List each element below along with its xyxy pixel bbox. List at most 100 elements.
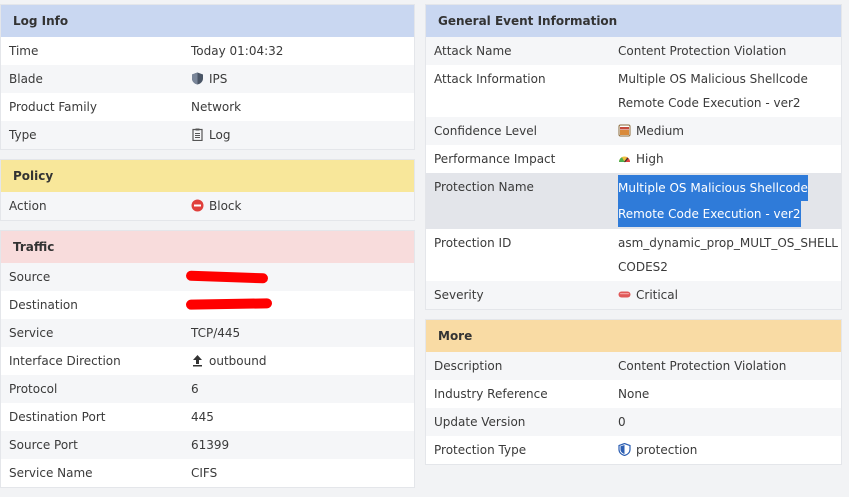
source-port-label: Source Port [9, 438, 78, 452]
row-time: Time Today 01:04:32 [1, 37, 414, 65]
type-label: Type [9, 128, 37, 142]
attack-name-value: Content Protection Violation [608, 37, 841, 65]
traffic-header: Traffic [1, 231, 414, 263]
product-family-label: Product Family [9, 100, 97, 114]
gauge-icon [619, 156, 630, 163]
protection-shield-icon [618, 443, 631, 456]
protection-id-value: asm_dynamic_prop_MULT_OS_SHELL CODES2 [608, 229, 846, 281]
row-update-version: Update Version 0 [426, 408, 841, 436]
protection-type-text: protection [636, 443, 698, 457]
arrow-up-icon [193, 355, 202, 367]
protection-id-line2: CODES2 [618, 260, 668, 274]
blade-label: Blade [9, 72, 43, 86]
shield-icon [192, 72, 203, 85]
update-version-text: 0 [618, 415, 626, 429]
destination-port-value: 445 [181, 403, 414, 431]
destination-port-text: 445 [191, 410, 214, 424]
log-info-panel: Log Info Time Today 01:04:32 Blade IPS P… [0, 4, 415, 150]
time-text: Today 01:04:32 [191, 44, 284, 58]
service-name-value: CIFS [181, 459, 414, 487]
attack-information-line1: Multiple OS Malicious Shellcode [618, 72, 808, 86]
confidence-medium-icon [618, 124, 631, 137]
row-attack-information: Attack Information Multiple OS Malicious… [426, 65, 841, 117]
type-value: Log [181, 121, 414, 149]
log-info-rows: Time Today 01:04:32 Blade IPS Product Fa… [1, 37, 414, 149]
row-service: Service TCP/445 [1, 319, 414, 347]
time-value: Today 01:04:32 [181, 37, 414, 65]
interface-direction-text: outbound [209, 354, 267, 368]
industry-reference-text: None [618, 387, 650, 401]
performance-impact-value: High [608, 145, 841, 173]
severity-label: Severity [434, 288, 484, 302]
row-protocol: Protocol 6 [1, 375, 414, 403]
source-label: Source [9, 270, 51, 284]
general-event-panel: General Event Information Attack Name Co… [425, 4, 842, 310]
row-service-name: Service Name CIFS [1, 459, 414, 487]
action-text: Block [209, 199, 242, 213]
attack-information-value: Multiple OS Malicious Shellcode Remote C… [608, 65, 841, 117]
type-text: Log [209, 128, 231, 142]
row-performance-impact: Performance Impact High [426, 145, 841, 173]
action-label: Action [9, 199, 47, 213]
time-label: Time [9, 44, 39, 58]
destination-label: Destination [9, 298, 78, 312]
more-panel: More Description Content Protection Viol… [425, 319, 842, 465]
row-severity: Severity Critical [426, 281, 841, 309]
performance-impact-text: High [636, 152, 664, 166]
interface-direction-value: outbound [181, 347, 414, 375]
policy-header: Policy [1, 160, 414, 192]
row-protection-name: Protection Name Multiple OS Malicious Sh… [426, 173, 841, 229]
row-destination-port: Destination Port 445 [1, 403, 414, 431]
action-value: Block [181, 192, 414, 220]
protection-type-value: protection [608, 436, 841, 464]
severity-value: Critical [608, 281, 841, 309]
row-industry-reference: Industry Reference None [426, 380, 841, 408]
protocol-label: Protocol [9, 382, 58, 396]
traffic-panel: Traffic Source Destination Service TCP/4… [0, 230, 415, 488]
row-confidence-level: Confidence Level Medium [426, 117, 841, 145]
protection-id-line1: asm_dynamic_prop_MULT_OS_SHELL [618, 236, 838, 250]
row-description: Description Content Protection Violation [426, 352, 841, 380]
description-value: Content Protection Violation [608, 352, 841, 380]
blade-text: IPS [209, 72, 228, 86]
left-column: Log Info Time Today 01:04:32 Blade IPS P… [0, 4, 415, 497]
update-version-label: Update Version [434, 415, 526, 429]
right-column: General Event Information Attack Name Co… [425, 4, 842, 474]
service-label: Service [9, 326, 54, 340]
confidence-level-label: Confidence Level [434, 124, 537, 138]
policy-panel: Policy Action Block [0, 159, 415, 221]
product-family-value: Network [181, 93, 414, 121]
row-attack-name: Attack Name Content Protection Violation [426, 37, 841, 65]
protection-name-label: Protection Name [434, 180, 534, 194]
update-version-value: 0 [608, 408, 841, 436]
row-source-port: Source Port 61399 [1, 431, 414, 459]
protection-name-line2: Remote Code Execution - ver2 [618, 201, 801, 227]
service-name-text: CIFS [191, 466, 218, 480]
description-label: Description [434, 359, 503, 373]
severity-text: Critical [636, 288, 678, 302]
performance-impact-label: Performance Impact [434, 152, 556, 166]
protection-name-line1: Multiple OS Malicious Shellcode [618, 175, 808, 201]
protection-type-label: Protection Type [434, 443, 527, 457]
blade-value[interactable]: IPS [181, 65, 414, 93]
industry-reference-label: Industry Reference [434, 387, 548, 401]
more-header: More [426, 320, 841, 352]
row-protection-id: Protection ID asm_dynamic_prop_MULT_OS_S… [426, 229, 841, 281]
row-interface-direction: Interface Direction outbound [1, 347, 414, 375]
row-blade: Blade IPS [1, 65, 414, 93]
critical-severity-icon [618, 291, 631, 298]
product-family-text: Network [191, 100, 242, 114]
protection-name-value[interactable]: Multiple OS Malicious Shellcode Remote C… [608, 173, 841, 229]
industry-reference-value: None [608, 380, 841, 408]
attack-name-label: Attack Name [434, 44, 512, 58]
interface-direction-label: Interface Direction [9, 354, 121, 368]
destination-port-label: Destination Port [9, 410, 106, 424]
service-text: TCP/445 [191, 326, 241, 340]
attack-information-line2: Remote Code Execution - ver2 [618, 96, 801, 110]
source-port-value: 61399 [181, 431, 414, 459]
source-port-text: 61399 [191, 438, 230, 452]
general-event-header: General Event Information [426, 5, 841, 37]
log-icon [192, 128, 203, 141]
confidence-level-text: Medium [636, 124, 684, 138]
protocol-text: 6 [191, 382, 199, 396]
